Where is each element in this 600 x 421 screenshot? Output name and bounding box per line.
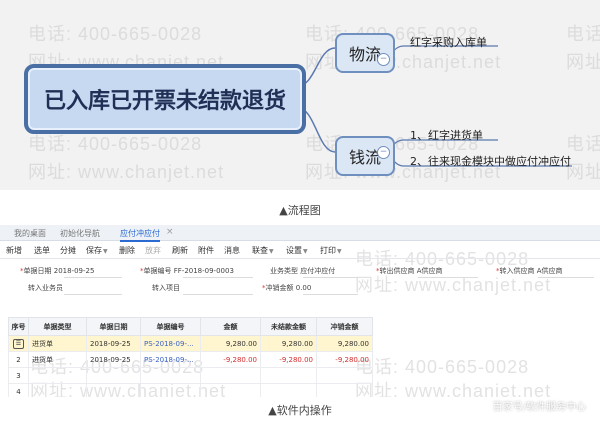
collapse-icon[interactable]: − [377,53,390,66]
cell-date[interactable] [86,383,141,397]
settings-button[interactable]: 设置▼ [286,245,308,256]
divider [538,277,594,278]
save-button[interactable]: 保存▼ [86,245,108,256]
cell-type[interactable] [28,367,87,384]
cell-type[interactable]: 进货单 [28,335,87,352]
add-button[interactable]: 新增 [6,245,22,256]
column-header[interactable]: 单据类型 [28,317,87,336]
in-supplier-field[interactable]: *转入供应商 A供应商 [496,266,563,276]
close-icon[interactable]: × [166,227,174,237]
message-button[interactable]: 消息 [224,245,240,256]
chevron-down-icon: ▼ [337,248,342,255]
cell-doc-no[interactable] [140,367,201,384]
delete-button[interactable]: 删除 [119,245,135,256]
row-seq: 2 [8,351,29,368]
column-header[interactable]: 序号 [8,317,29,336]
cell-unsettled[interactable]: -9,280.00 [260,351,317,368]
mindmap-root-node: 已入库已开票未结款退货 [24,64,306,134]
row-menu-icon[interactable]: ☰ [13,338,24,349]
settings-label: 设置 [286,246,302,255]
cell-unsettled[interactable]: 9,280.00 [260,335,317,352]
source-watermark: 百家号/软件服务中心 [492,402,586,413]
linked-query-label: 联查 [252,246,268,255]
column-header[interactable]: 冲销金额 [316,317,373,336]
mindmap-leaf: 2、往来现金模块中做应付冲应付 [410,155,571,168]
cell-doc-no[interactable]: PS-2018-09-... [140,335,201,352]
cell-offset[interactable] [316,383,373,397]
watermark: 网址: www.chanjet.net [355,381,552,397]
tab-my-desktop[interactable]: 我的桌面 [14,228,46,239]
offset-amount-field[interactable]: *冲销金额 0.00 [262,283,311,293]
divider [303,277,358,278]
mindmap-leaf: 红字采购入库单 [410,36,487,49]
print-button[interactable]: 打印▼ [320,245,342,256]
detail-table: 序号 单据类型 单据日期 单据编号 金额 未结款金额 冲销金额 ☰ 进货单 20… [8,317,373,397]
toolbar: 新增 选单 分摊 保存▼ 删除 放弃 刷新 附件 消息 联查▼ 设置▼ 打印▼ [0,242,600,259]
row-seq: 4 [8,383,29,397]
cell-type[interactable]: 进货单 [28,351,87,368]
doc-date-field[interactable]: *单据日期 2018-09-25 [20,266,94,276]
row-seq: 3 [8,367,29,384]
cell-doc-no[interactable] [140,383,201,397]
tab-payable-offset[interactable]: 应付冲应付 [120,228,160,242]
column-header[interactable]: 未结款金额 [260,317,317,336]
column-header[interactable]: 金额 [200,317,261,336]
cell-date[interactable]: 2018-09-25 [86,335,141,352]
row-seq: ☰ [8,335,29,352]
cell-offset[interactable]: -9,280.00 [316,351,373,368]
software-panel: 电话: 400-665-0028 网址: www.chanjet.net 电话:… [0,225,600,397]
cell-amount[interactable]: 9,280.00 [200,335,261,352]
mindmap-panel: 电话: 400-665-0028 网址: www.chanjet.net 电话:… [0,0,600,190]
cell-date[interactable] [86,367,141,384]
cell-offset[interactable] [316,367,373,384]
chevron-down-icon: ▼ [103,248,108,255]
save-label: 保存 [86,246,102,255]
cell-type[interactable] [28,383,87,397]
cell-amount[interactable] [200,367,261,384]
divider [418,277,478,278]
tab-init-guide[interactable]: 初始化导航 [60,228,100,239]
table-header-row: 序号 单据类型 单据日期 单据编号 金额 未结款金额 冲销金额 [8,317,373,336]
column-header[interactable]: 单据编号 [140,317,201,336]
cell-amount[interactable]: -9,280.00 [200,351,261,368]
out-supplier-field[interactable]: *转出供应商 A供应商 [376,266,443,276]
divider [64,277,122,278]
divider [303,294,358,295]
cell-offset[interactable]: 9,280.00 [316,335,373,352]
cell-amount[interactable] [200,383,261,397]
cell-date[interactable]: 2018-09-25 [86,351,141,368]
table-row[interactable]: 4 [8,383,373,397]
table-row[interactable]: 2 进货单 2018-09-25 PS-2018-09-... -9,280.0… [8,351,373,368]
chevron-down-icon: ▼ [303,248,308,255]
allocate-button[interactable]: 分摊 [60,245,76,256]
doc-no-field[interactable]: *单据编号 FF-2018-09-0003 [140,266,234,276]
table-row[interactable]: ☰ 进货单 2018-09-25 PS-2018-09-... 9,280.00… [8,335,373,352]
voucher-header-form: *单据日期 2018-09-25 *单据编号 FF-2018-09-0003 业… [0,259,600,311]
cell-unsettled[interactable] [260,383,317,397]
discard-button[interactable]: 放弃 [145,245,161,256]
caption-flowchart: ▲流程图 [279,204,321,217]
in-project-field[interactable]: 转入项目 [152,283,180,293]
refresh-button[interactable]: 刷新 [172,245,188,256]
column-header[interactable]: 单据日期 [86,317,141,336]
linked-query-button[interactable]: 联查▼ [252,245,274,256]
attachment-button[interactable]: 附件 [198,245,214,256]
collapse-icon[interactable]: − [377,146,390,159]
divider [64,294,122,295]
biz-type-field[interactable]: 业务类型 应付冲应付 [270,266,335,276]
print-label: 打印 [320,246,336,255]
watermark: 电话: 400-665-0028 [355,357,530,377]
chevron-down-icon: ▼ [269,248,274,255]
in-staff-field[interactable]: 转入业务员 [28,283,63,293]
select-doc-button[interactable]: 选单 [34,245,50,256]
divider [183,277,253,278]
table-row[interactable]: 3 [8,367,373,384]
cell-unsettled[interactable] [260,367,317,384]
mindmap-leaf: 1、红字进货单 [410,129,483,142]
divider [183,294,253,295]
tab-bar: 我的桌面 初始化导航 应付冲应付 × [0,225,600,242]
cell-doc-no[interactable]: PS-2018-09-... [140,351,201,368]
